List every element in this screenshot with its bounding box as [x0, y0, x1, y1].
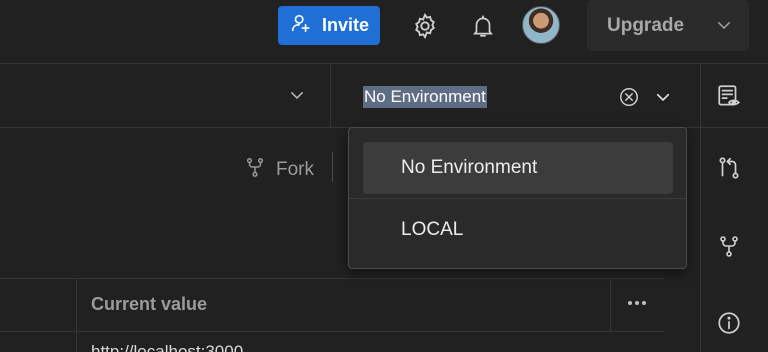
gear-icon[interactable]	[408, 9, 442, 43]
clear-icon[interactable]	[618, 86, 640, 113]
upgrade-button[interactable]: Upgrade	[587, 0, 749, 51]
column-divider	[610, 278, 611, 331]
divider	[330, 64, 331, 128]
dropdown-item-local[interactable]: LOCAL	[363, 204, 673, 256]
column-header-current-value: Current value	[91, 294, 208, 314]
table-cell-current-value[interactable]: http://localhost:3000	[91, 342, 243, 352]
add-user-icon	[290, 12, 312, 39]
fork-icon[interactable]	[712, 229, 746, 263]
app-window: Invite Upgrade No Environment Fork Curre…	[0, 0, 768, 352]
right-sidebar-divider	[700, 64, 701, 352]
bell-icon[interactable]	[466, 9, 500, 43]
invite-button[interactable]: Invite	[278, 6, 380, 45]
fork-label: Fork	[276, 159, 314, 180]
more-options-icon[interactable]	[626, 296, 648, 314]
environment-selector[interactable]: No Environment	[363, 86, 487, 108]
table-border	[0, 278, 664, 279]
info-icon[interactable]	[712, 306, 746, 340]
column-divider	[76, 278, 77, 352]
dropdown-item-no-environment[interactable]: No Environment	[363, 142, 673, 194]
table-row-border	[0, 331, 664, 332]
chevron-down-icon[interactable]	[715, 16, 733, 40]
environment-quick-look-icon[interactable]	[712, 79, 746, 113]
environment-dropdown: No Environment LOCAL	[348, 127, 687, 269]
pull-request-icon[interactable]	[712, 151, 746, 185]
divider	[332, 152, 333, 182]
top-header: Invite Upgrade	[0, 0, 768, 64]
fork-icon	[244, 154, 266, 186]
chevron-down-icon[interactable]	[288, 86, 306, 109]
fork-button[interactable]: Fork	[244, 154, 314, 186]
divider	[349, 198, 686, 199]
invite-label: Invite	[322, 15, 370, 35]
avatar[interactable]	[522, 6, 560, 44]
chevron-down-icon[interactable]	[654, 88, 672, 111]
upgrade-label: Upgrade	[607, 14, 685, 36]
